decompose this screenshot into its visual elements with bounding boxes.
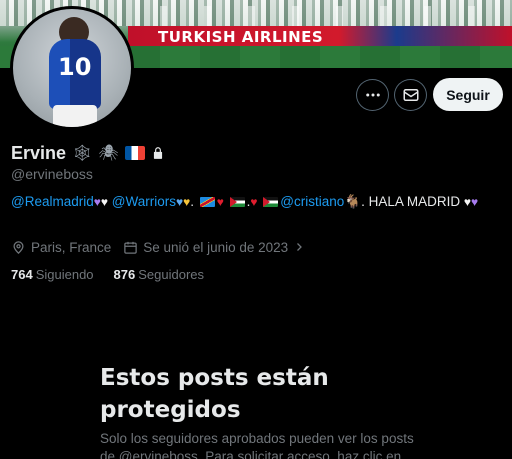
avatar-jersey-number: 10 bbox=[58, 53, 92, 81]
location-item: Paris, France bbox=[11, 240, 111, 255]
spider-icon: 🕷 bbox=[98, 145, 119, 162]
purple-heart-icon: ♥ bbox=[470, 195, 479, 209]
goat-icon: 🐐 bbox=[344, 194, 362, 209]
name-row: Ervine 🕸 🕷 bbox=[11, 142, 165, 164]
following-link[interactable]: 764 Siguiendo bbox=[11, 267, 94, 282]
more-options-button[interactable] bbox=[356, 79, 389, 111]
profile-bio: @Realmadrid♥♥ @Warriors♥♥. ♥ .♥ @cristia… bbox=[11, 192, 491, 212]
palestine-flag-icon bbox=[263, 197, 279, 207]
location-text: Paris, France bbox=[31, 239, 112, 255]
follow-button[interactable]: Seguir bbox=[433, 78, 503, 111]
spiderweb-icon: 🕸 bbox=[72, 145, 93, 162]
followers-count: 876 bbox=[113, 267, 136, 282]
followers-label: Seguidores bbox=[138, 267, 205, 282]
location-pin-icon bbox=[13, 240, 24, 254]
lock-icon bbox=[153, 147, 162, 159]
ellipsis-icon bbox=[365, 93, 380, 97]
protected-posts-title: Estos posts están protegidos bbox=[100, 365, 329, 423]
avatar[interactable]: 10 bbox=[10, 6, 134, 130]
bio-tail: . HALA MADRID bbox=[361, 194, 461, 209]
joined-item[interactable]: Se unió el junio de 2023 bbox=[123, 240, 305, 255]
envelope-icon bbox=[403, 89, 418, 101]
followers-link[interactable]: 876 Seguidores bbox=[114, 267, 204, 282]
white-heart-icon: ♥ bbox=[463, 195, 471, 209]
red-heart-icon: ♥ bbox=[250, 195, 258, 209]
display-name: Ervine bbox=[11, 142, 67, 163]
yellow-heart-icon: ♥ bbox=[183, 195, 191, 209]
mention-link[interactable]: @Warriors bbox=[112, 194, 176, 209]
following-count: 764 bbox=[11, 267, 33, 282]
calendar-icon bbox=[124, 241, 138, 254]
red-heart-icon: ♥ bbox=[216, 195, 224, 209]
mention-link[interactable]: @Realmadrid bbox=[11, 194, 94, 209]
banner-ad-text: TURKISH AIRLINES bbox=[158, 28, 324, 46]
france-flag-icon bbox=[124, 146, 145, 160]
message-button[interactable] bbox=[394, 79, 427, 111]
purple-heart-icon: ♥ bbox=[93, 195, 101, 209]
following-label: Siguiendo bbox=[35, 267, 94, 282]
profile-meta: Paris, France Se unió el junio de 2023 bbox=[11, 237, 317, 257]
white-heart-icon: ♥ bbox=[100, 195, 108, 209]
avatar-shorts bbox=[53, 105, 97, 127]
follow-stats: 764 Siguiendo 876 Seguidores bbox=[11, 267, 204, 282]
chevron-right-icon bbox=[297, 243, 303, 251]
blue-heart-icon: ♥ bbox=[175, 195, 184, 209]
protected-posts-text: Solo los seguidores aprobados pueden ver… bbox=[100, 431, 414, 459]
joined-text: Se unió el junio de 2023 bbox=[143, 239, 289, 255]
mention-link[interactable]: @cristiano bbox=[280, 194, 344, 209]
user-handle: @ervineboss bbox=[11, 166, 93, 182]
dr-congo-flag-icon bbox=[199, 197, 215, 207]
palestine-flag-icon bbox=[229, 197, 245, 207]
